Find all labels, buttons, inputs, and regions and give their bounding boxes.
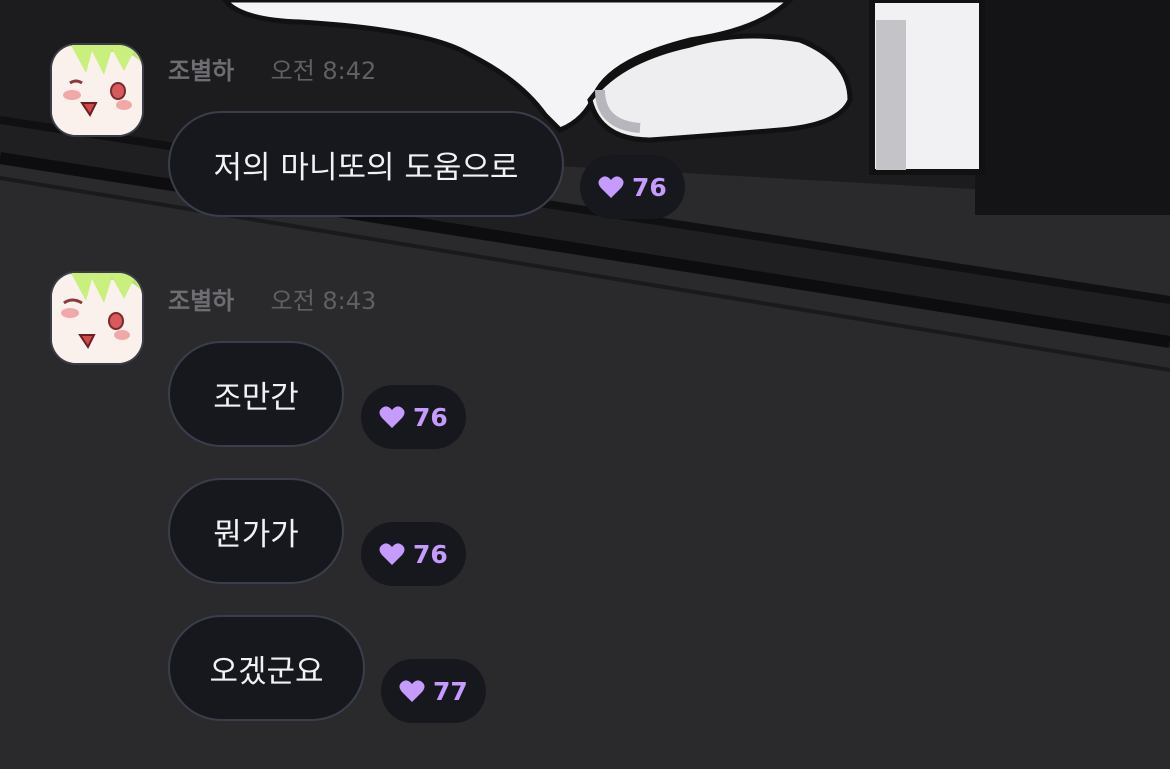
reaction-count: 76 bbox=[632, 172, 667, 202]
sender-name: 조별하 bbox=[168, 57, 235, 85]
heart-icon bbox=[399, 680, 425, 702]
reaction-chip[interactable]: 76 bbox=[580, 155, 685, 219]
message-bubble[interactable]: 저의 마니또의 도움으로 bbox=[168, 111, 564, 217]
avatar-image bbox=[52, 273, 142, 363]
reaction-chip[interactable]: 77 bbox=[381, 659, 486, 723]
message-text: 조만간 bbox=[213, 379, 299, 416]
avatar[interactable] bbox=[52, 273, 142, 363]
heart-icon bbox=[598, 176, 624, 198]
avatar-image bbox=[52, 45, 142, 135]
reaction-count: 76 bbox=[413, 539, 448, 569]
message-text: 오겠군요 bbox=[209, 653, 324, 690]
message-bubble[interactable]: 조만간 bbox=[168, 341, 344, 447]
reaction-count: 76 bbox=[413, 402, 448, 432]
reaction-chip[interactable]: 76 bbox=[361, 522, 466, 586]
sender-name: 조별하 bbox=[168, 287, 235, 315]
message-header: 조별하 오전 8:43 bbox=[168, 281, 376, 316]
message-text: 뭔가가 bbox=[213, 516, 299, 553]
timestamp: 오전 8:42 bbox=[270, 57, 377, 85]
message-bubble[interactable]: 뭔가가 bbox=[168, 478, 344, 584]
heart-icon bbox=[379, 406, 405, 428]
message-header: 조별하 오전 8:42 bbox=[168, 51, 376, 86]
avatar[interactable] bbox=[52, 45, 142, 135]
message-bubble[interactable]: 오겠군요 bbox=[168, 615, 365, 721]
reaction-chip[interactable]: 76 bbox=[361, 385, 466, 449]
reaction-count: 77 bbox=[433, 676, 468, 706]
message-text: 저의 마니또의 도움으로 bbox=[213, 149, 519, 186]
timestamp: 오전 8:43 bbox=[270, 287, 377, 315]
heart-icon bbox=[379, 543, 405, 565]
